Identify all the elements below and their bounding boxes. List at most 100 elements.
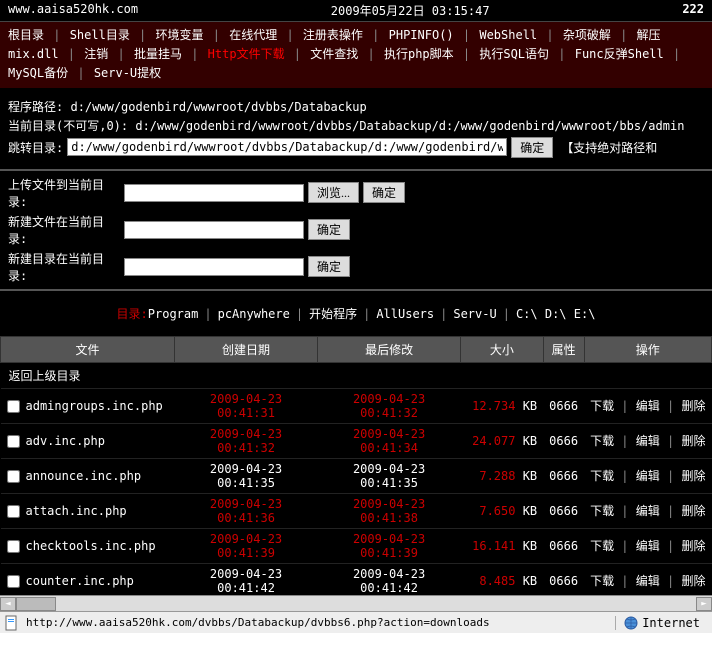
nav-item[interactable]: 文件查找 — [310, 47, 358, 61]
page-icon — [4, 615, 20, 631]
scroll-left-button[interactable]: ◄ — [0, 597, 16, 611]
column-header: 属性 — [543, 336, 584, 362]
upload-section: 上传文件到当前目录: 浏览... 确定 新建文件在当前目录: 确定 新建目录在当… — [0, 169, 712, 291]
edit-link[interactable]: 编辑 — [636, 434, 660, 448]
created-date: 2009-04-23 00:41:39 — [175, 528, 318, 563]
nav-item[interactable]: WebShell — [479, 28, 537, 42]
nav-item[interactable]: 执行php脚本 — [384, 47, 454, 61]
action-cell: 下载 | 编辑 | 删除 — [584, 458, 711, 493]
file-table: 文件创建日期最后修改大小属性操作 返回上级目录 admingroups.inc.… — [0, 336, 712, 611]
file-name[interactable]: announce.inc.php — [26, 469, 142, 483]
nav-item[interactable]: Http文件下载 — [208, 47, 285, 61]
download-link[interactable]: 下载 — [590, 574, 614, 588]
modified-date: 2009-04-23 00:41:32 — [318, 388, 461, 423]
quick-link[interactable]: 开始程序 — [309, 307, 357, 321]
file-name[interactable]: counter.inc.php — [26, 574, 134, 588]
scroll-right-button[interactable]: ► — [696, 597, 712, 611]
quick-link[interactable]: Program — [148, 307, 199, 321]
newfile-confirm-button[interactable]: 确定 — [308, 219, 350, 240]
program-path-label: 程序路径: — [8, 100, 63, 114]
quick-link[interactable]: Serv-U — [453, 307, 496, 321]
file-size: 24.077 KB — [461, 423, 544, 458]
current-dir-value: d:/www/godenbird/wwwroot/dvbbs/Databacku… — [135, 119, 684, 133]
delete-link[interactable]: 删除 — [681, 574, 705, 588]
download-link[interactable]: 下载 — [590, 504, 614, 518]
created-date: 2009-04-23 00:41:36 — [175, 493, 318, 528]
file-attr: 0666 — [543, 563, 584, 598]
quick-link[interactable]: AllUsers — [376, 307, 434, 321]
action-cell: 下载 | 编辑 | 删除 — [584, 423, 711, 458]
site-url: www.aaisa520hk.com — [8, 2, 138, 19]
edit-link[interactable]: 编辑 — [636, 539, 660, 553]
action-cell: 下载 | 编辑 | 删除 — [584, 563, 711, 598]
nav-item[interactable]: 在线代理 — [229, 28, 277, 42]
download-link[interactable]: 下载 — [590, 539, 614, 553]
file-name[interactable]: admingroups.inc.php — [26, 399, 163, 413]
nav-item[interactable]: 根目录 — [8, 28, 44, 42]
edit-link[interactable]: 编辑 — [636, 574, 660, 588]
column-header: 操作 — [584, 336, 711, 362]
upload-confirm-button[interactable]: 确定 — [363, 182, 405, 203]
newdir-label: 新建目录在当前目录: — [8, 250, 120, 284]
file-attr: 0666 — [543, 493, 584, 528]
back-link[interactable]: 返回上级目录 — [9, 369, 81, 383]
newdir-input[interactable] — [124, 258, 304, 276]
browse-button[interactable]: 浏览... — [308, 182, 359, 203]
row-checkbox[interactable] — [7, 575, 20, 588]
delete-link[interactable]: 删除 — [681, 469, 705, 483]
jump-dir-label: 跳转目录: — [8, 139, 63, 156]
nav-item[interactable]: PHPINFO() — [389, 28, 454, 42]
download-link[interactable]: 下载 — [590, 469, 614, 483]
nav-item[interactable]: 批量挂马 — [134, 47, 182, 61]
quick-link[interactable]: C:\ D:\ E:\ — [516, 307, 595, 321]
support-text: 【支持绝对路径和 — [561, 139, 657, 156]
modified-date: 2009-04-23 00:41:34 — [318, 423, 461, 458]
path-section: 程序路径: d:/www/godenbird/wwwroot/dvbbs/Dat… — [0, 88, 712, 169]
file-name[interactable]: checktools.inc.php — [26, 539, 156, 553]
nav-item[interactable]: MySQL备份 — [8, 66, 68, 80]
nav-item[interactable]: 执行SQL语句 — [479, 47, 549, 61]
globe-icon — [624, 616, 638, 630]
row-checkbox[interactable] — [7, 435, 20, 448]
edit-link[interactable]: 编辑 — [636, 399, 660, 413]
quick-links: 目录:Program|pcAnywhere|开始程序|AllUsers|Serv… — [0, 291, 712, 336]
row-checkbox[interactable] — [7, 540, 20, 553]
column-header: 最后修改 — [318, 336, 461, 362]
file-attr: 0666 — [543, 423, 584, 458]
download-link[interactable]: 下载 — [590, 399, 614, 413]
nav-item[interactable]: 注销 — [84, 47, 108, 61]
delete-link[interactable]: 删除 — [681, 504, 705, 518]
edit-link[interactable]: 编辑 — [636, 504, 660, 518]
file-name[interactable]: adv.inc.php — [26, 434, 105, 448]
nav-item[interactable]: Serv-U提权 — [94, 66, 161, 80]
row-checkbox[interactable] — [7, 470, 20, 483]
newdir-confirm-button[interactable]: 确定 — [308, 256, 350, 277]
delete-link[interactable]: 删除 — [681, 399, 705, 413]
nav-item[interactable]: 杂项破解 — [563, 28, 611, 42]
nav-item[interactable]: 注册表操作 — [303, 28, 363, 42]
scroll-thumb[interactable] — [16, 597, 56, 611]
nav-item[interactable]: 环境变量 — [156, 28, 204, 42]
delete-link[interactable]: 删除 — [681, 539, 705, 553]
quicklinks-label: 目录: — [117, 307, 148, 321]
file-size: 16.141 KB — [461, 528, 544, 563]
file-name[interactable]: attach.inc.php — [26, 504, 127, 518]
file-attr: 0666 — [543, 388, 584, 423]
nav-item[interactable]: Func反弹Shell — [575, 47, 664, 61]
quick-link[interactable]: pcAnywhere — [218, 307, 290, 321]
program-path-value: d:/www/godenbird/wwwroot/dvbbs/Databacku… — [70, 100, 366, 114]
download-link[interactable]: 下载 — [590, 434, 614, 448]
row-checkbox[interactable] — [7, 505, 20, 518]
column-header: 大小 — [461, 336, 544, 362]
header-bar: www.aaisa520hk.com 2009年05月22日 03:15:47 … — [0, 0, 712, 21]
delete-link[interactable]: 删除 — [681, 434, 705, 448]
file-size: 12.734 KB — [461, 388, 544, 423]
jump-dir-input[interactable] — [67, 138, 507, 156]
jump-confirm-button[interactable]: 确定 — [511, 137, 553, 158]
nav-item[interactable]: Shell目录 — [70, 28, 130, 42]
newfile-input[interactable] — [124, 221, 304, 239]
edit-link[interactable]: 编辑 — [636, 469, 660, 483]
horizontal-scrollbar[interactable]: ◄ ► — [0, 595, 712, 611]
upload-file-input[interactable] — [124, 184, 304, 202]
row-checkbox[interactable] — [7, 400, 20, 413]
